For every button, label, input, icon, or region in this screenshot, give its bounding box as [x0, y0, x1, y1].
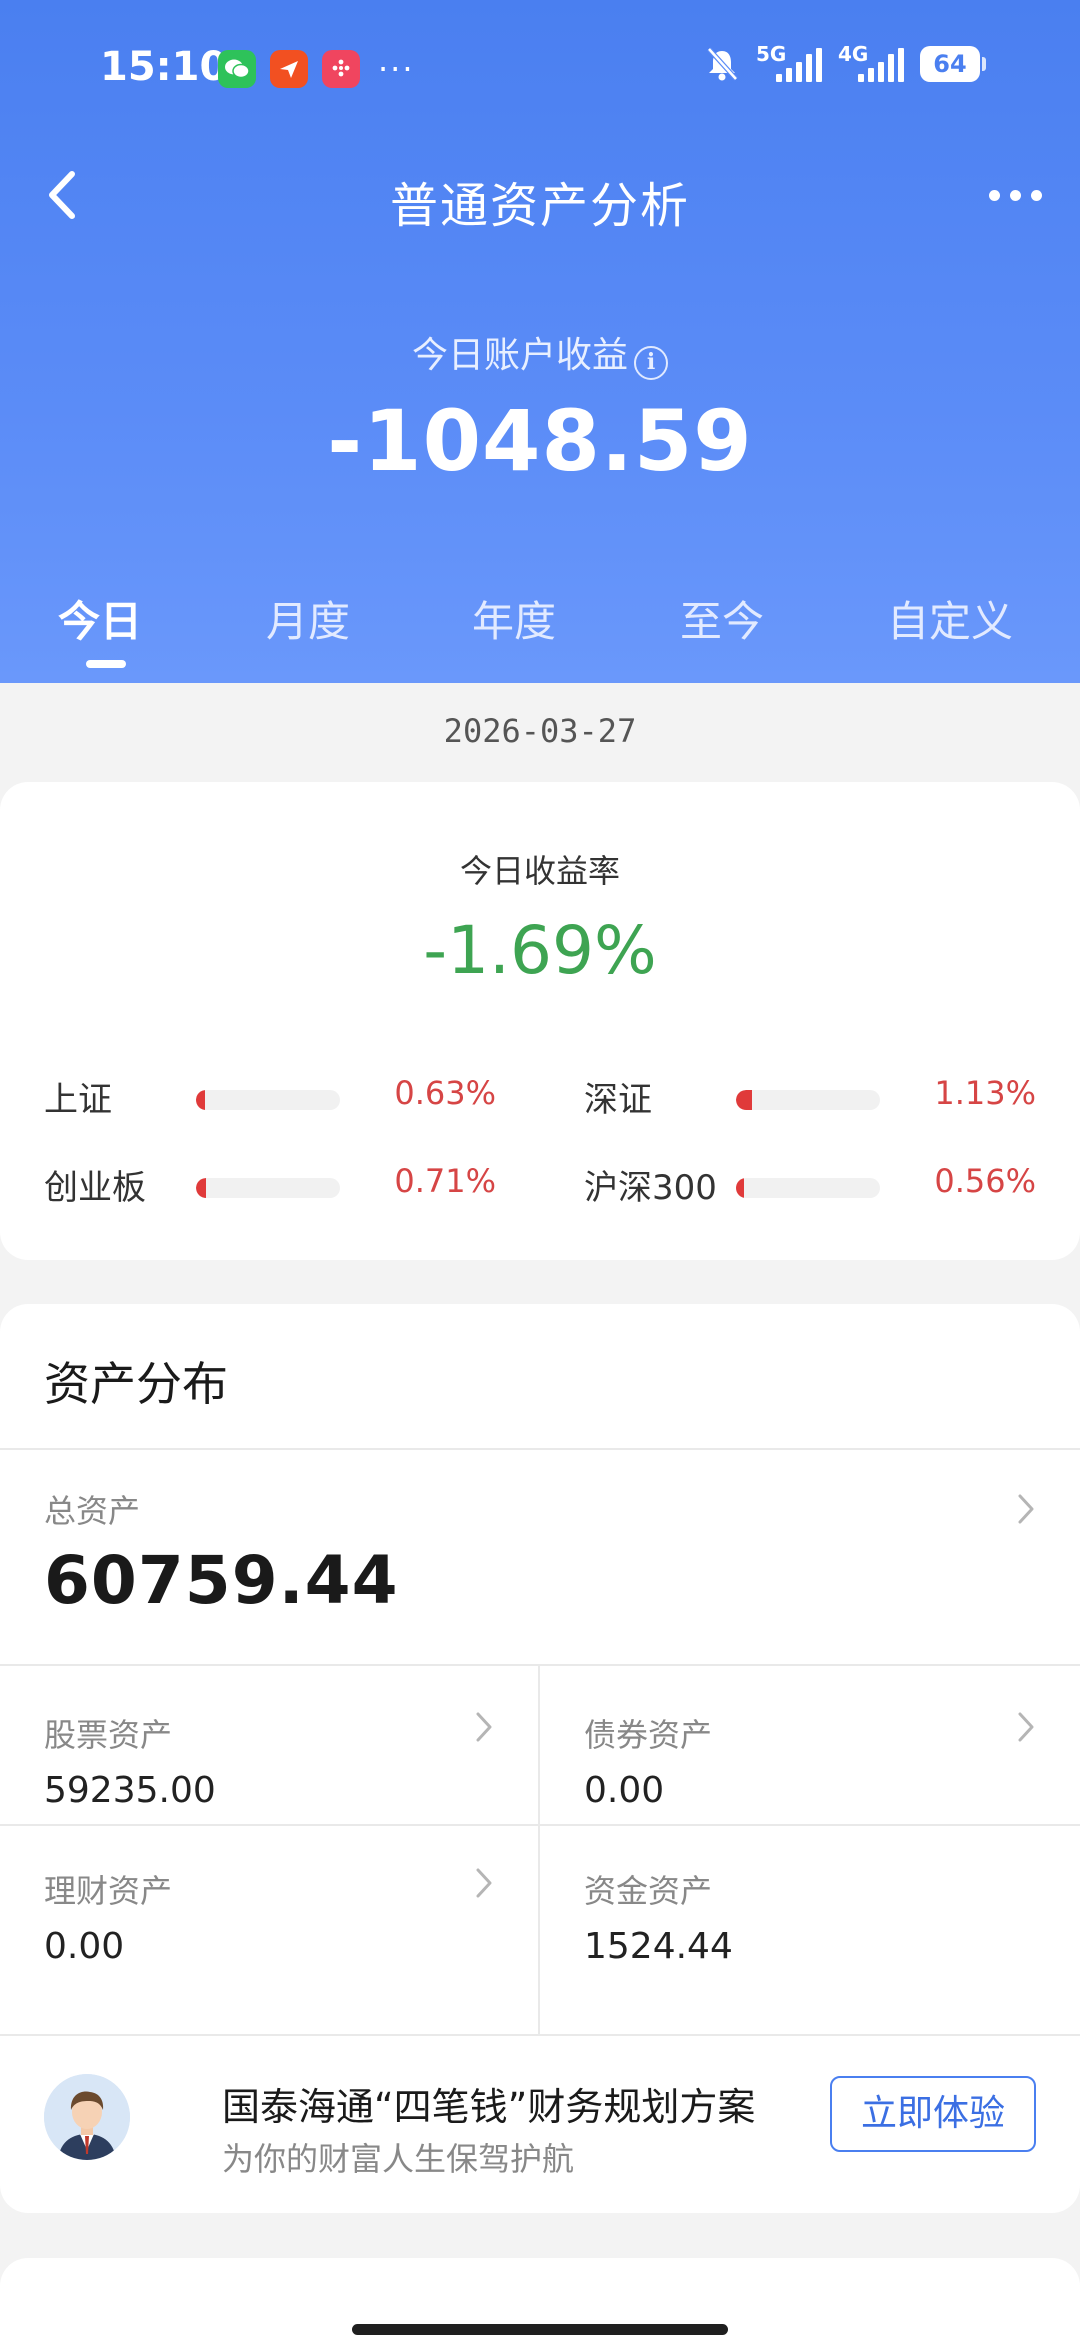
send-icon: [270, 50, 308, 88]
today-earning-label: 今日账户收益 i: [0, 326, 1080, 380]
tab-indicator: [86, 660, 126, 668]
home-indicator[interactable]: [352, 2324, 728, 2335]
divider: [538, 1666, 540, 2036]
index-bar: [736, 1090, 880, 1110]
app-grid-icon: [322, 50, 360, 88]
tab-month[interactable]: 月度: [266, 588, 350, 649]
total-assets-value: 60759.44: [44, 1542, 399, 1619]
status-time: 15:10: [100, 44, 228, 90]
divider: [0, 1448, 1080, 1450]
wealth-assets-label: 理财资产: [44, 1872, 173, 1910]
system-icons: 5G 4G 64: [704, 42, 986, 84]
next-card: [0, 2258, 1080, 2351]
asset-section-title: 资产分布: [44, 1357, 228, 1411]
divider: [0, 1664, 1080, 1666]
tab-today[interactable]: 今日: [58, 588, 142, 649]
signal-4g-icon: 4G: [838, 42, 904, 84]
stock-assets-value: 59235.00: [44, 1770, 216, 1811]
status-bar: 15:10 ··· 5G 4G 64: [0, 0, 1080, 140]
nav-bar: 普通资产分析: [0, 140, 1080, 250]
chevron-right-icon: [1018, 1712, 1034, 1742]
more-notifications: ···: [378, 50, 415, 88]
asset-analysis-page: 15:10 ··· 5G 4G 64 普通资产分析 今日账户收益 i -1048…: [0, 0, 1080, 2351]
index-name: 深证: [584, 1080, 652, 1120]
index-bar: [736, 1178, 880, 1198]
index-pct: 0.71%: [394, 1162, 496, 1200]
index-row-shanghai: 上证 0.63%: [44, 1072, 564, 1122]
index-name: 沪深300: [584, 1168, 717, 1208]
index-bar-fill: [196, 1178, 206, 1198]
index-bar: [196, 1090, 340, 1110]
tab-to-date[interactable]: 至今: [680, 588, 764, 649]
index-bar-fill: [736, 1090, 752, 1110]
advisor-avatar: [44, 2074, 130, 2160]
index-pct: 1.13%: [934, 1074, 1036, 1112]
header: 15:10 ··· 5G 4G 64 普通资产分析 今日账户收益 i -1048…: [0, 0, 1080, 683]
index-name: 上证: [44, 1080, 112, 1120]
asset-distribution-card: 资产分布 总资产 60759.44 股票资产 59235.00 债券资产 0.0…: [0, 1304, 1080, 2213]
index-bar: [196, 1178, 340, 1198]
signal-5g-icon: 5G: [756, 42, 822, 84]
date-label: 2026-03-27: [443, 712, 637, 750]
divider: [0, 1824, 1080, 1826]
tab-year[interactable]: 年度: [472, 588, 556, 649]
return-rate-card: 今日收益率 -1.69% 上证 0.63% 深证 1.13% 创业板 0.71%…: [0, 782, 1080, 1260]
index-name: 创业板: [44, 1168, 146, 1208]
index-row-chinext: 创业板 0.71%: [44, 1160, 564, 1210]
cash-assets-value: 1524.44: [584, 1926, 733, 1967]
mute-bell-icon: [707, 47, 738, 81]
info-icon[interactable]: i: [634, 346, 668, 380]
period-tabs: 今日 月度 年度 至今 自定义: [0, 588, 1080, 683]
total-assets-label: 总资产: [44, 1492, 141, 1530]
page-title: 普通资产分析: [389, 178, 690, 234]
return-rate-label: 今日收益率: [459, 852, 620, 890]
bond-assets-value: 0.00: [584, 1770, 665, 1811]
notification-icons: ···: [218, 50, 415, 88]
chevron-right-icon: [476, 1868, 492, 1898]
cash-assets-label: 资金资产: [584, 1872, 713, 1910]
bond-assets-label: 债券资产: [584, 1716, 713, 1754]
index-bar-fill: [196, 1090, 205, 1110]
tab-custom[interactable]: 自定义: [887, 588, 1013, 649]
stock-assets-label: 股票资产: [44, 1716, 173, 1754]
more-options-icon[interactable]: [980, 162, 1050, 228]
index-pct: 0.56%: [934, 1162, 1036, 1200]
battery-icon: 64: [920, 46, 986, 82]
index-bar-fill: [736, 1178, 744, 1198]
today-earning-value: -1048.59: [327, 392, 753, 490]
promo-title: 国泰海通“四笔钱”财务规划方案: [222, 2085, 756, 2129]
index-pct: 0.63%: [394, 1074, 496, 1112]
wechat-icon: [218, 50, 256, 88]
index-row-csi300: 沪深300 0.56%: [584, 1160, 1080, 1210]
promo-subtitle: 为你的财富人生保驾护航: [222, 2140, 575, 2178]
index-row-shenzhen: 深证 1.13%: [584, 1072, 1080, 1122]
wealth-assets-value: 0.00: [44, 1926, 125, 1967]
planning-promo: 国泰海通“四笔钱”财务规划方案 为你的财富人生保驾护航 立即体验: [0, 2036, 1080, 2213]
return-rate-value: -1.69%: [423, 912, 657, 989]
chevron-right-icon: [1018, 1494, 1034, 1524]
try-now-button[interactable]: 立即体验: [830, 2076, 1036, 2152]
chevron-right-icon: [476, 1712, 492, 1742]
